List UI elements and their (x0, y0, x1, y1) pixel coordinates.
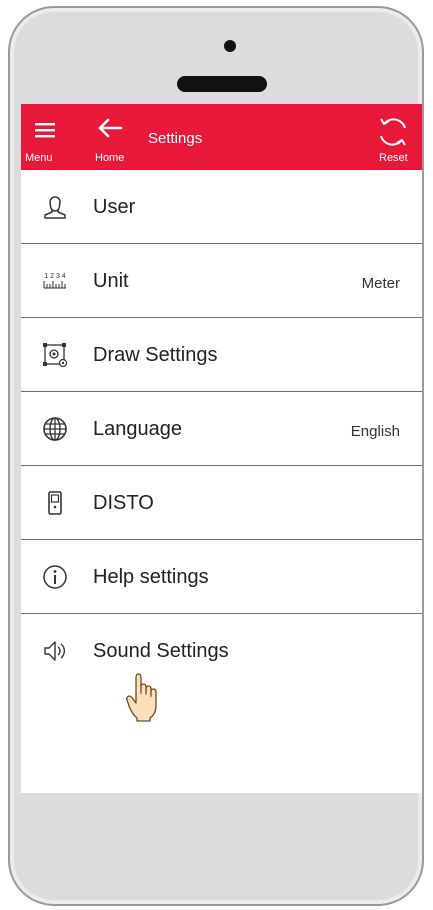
settings-item-label: DISTO (93, 492, 154, 514)
settings-item-label: Language (93, 418, 182, 440)
menu-button[interactable]: Menu (25, 118, 65, 166)
app-header: Menu Home Settings Reset (21, 104, 422, 170)
phone-camera (224, 40, 236, 52)
user-icon (42, 194, 68, 220)
settings-item-label: Draw Settings (93, 344, 218, 366)
menu-label: Menu (25, 152, 53, 164)
settings-item-label: User (93, 196, 136, 218)
settings-item-help-settings[interactable]: Help settings (21, 540, 422, 614)
speaker-icon (42, 638, 68, 664)
reset-icon (380, 118, 406, 146)
info-icon (42, 564, 68, 590)
settings-item-disto[interactable]: DISTO (21, 466, 422, 540)
settings-list: User 1 2 3 4 Unit Meter Draw Settings La… (21, 170, 422, 688)
settings-item-label: Unit (93, 270, 129, 292)
language-value: English (350, 423, 400, 440)
phone-speaker (177, 76, 267, 92)
svg-text:1 2 3 4: 1 2 3 4 (44, 273, 66, 280)
disto-device-icon (42, 490, 68, 516)
settings-item-language[interactable]: Language English (21, 392, 422, 466)
settings-item-label: Sound Settings (93, 640, 229, 662)
settings-item-unit[interactable]: 1 2 3 4 Unit Meter (21, 244, 422, 318)
reset-label: Reset (379, 152, 408, 164)
app-screen: Menu Home Settings Reset User 1 2 3 4 Un… (21, 104, 422, 793)
settings-item-user[interactable]: User (21, 170, 422, 244)
draw-settings-icon (42, 342, 68, 368)
settings-item-draw-settings[interactable]: Draw Settings (21, 318, 422, 392)
home-button[interactable]: Home (91, 114, 135, 166)
ruler-icon: 1 2 3 4 (42, 268, 68, 294)
settings-item-sound-settings[interactable]: Sound Settings (21, 614, 422, 688)
back-arrow-icon (98, 118, 123, 138)
hamburger-icon (35, 123, 55, 138)
home-label: Home (95, 152, 125, 164)
globe-icon (42, 416, 68, 442)
reset-button[interactable]: Reset (369, 112, 417, 166)
settings-item-label: Help settings (93, 566, 209, 588)
unit-value: Meter (361, 275, 400, 292)
page-title: Settings (148, 130, 203, 147)
pointer-hand-icon (126, 672, 160, 722)
